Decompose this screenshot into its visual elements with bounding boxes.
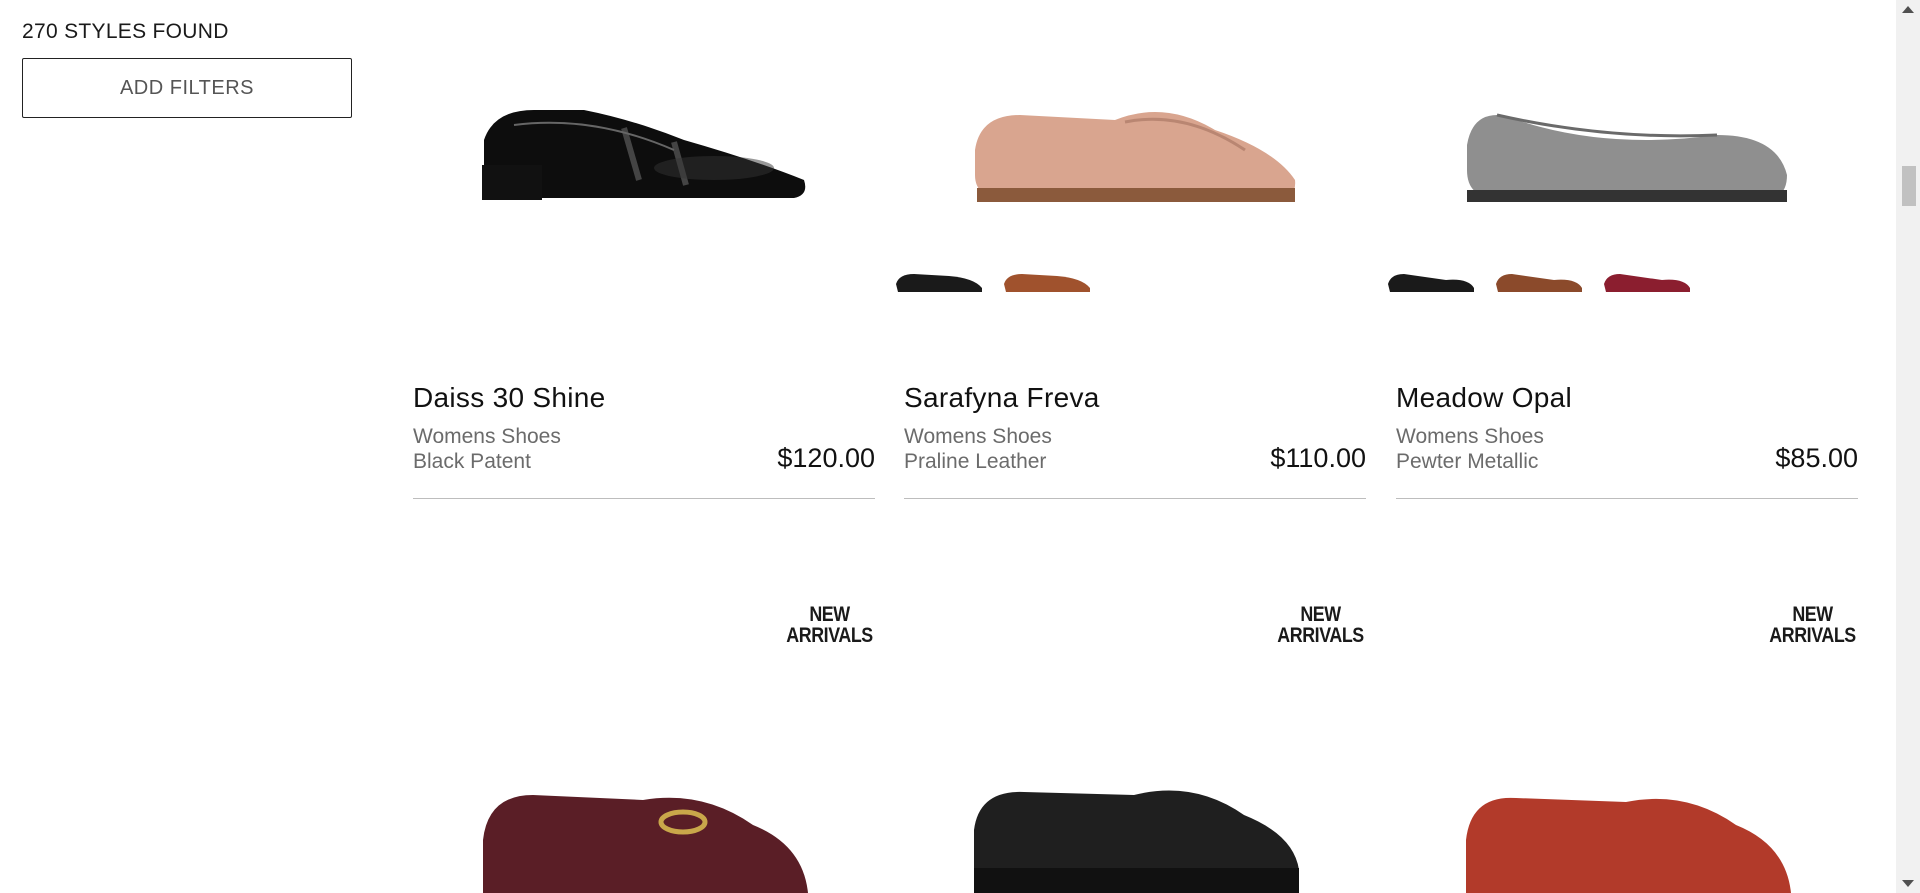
product-image[interactable]: [896, 0, 1366, 300]
swatch-tan[interactable]: [1002, 262, 1092, 300]
new-arrivals-badge: NEW ARRIVALS: [1769, 603, 1856, 647]
pewter-ballet-flat-shoe-image[interactable]: [1457, 80, 1797, 210]
product-color: Black Patent: [413, 450, 531, 473]
product-card[interactable]: Daiss 30 Shine Womens Shoes Black Patent…: [413, 0, 875, 499]
swatch-black[interactable]: [894, 262, 984, 300]
product-card[interactable]: Sarafyna Freva Womens Shoes Praline Leat…: [896, 0, 1366, 499]
divider: [1396, 498, 1858, 499]
color-swatches: [894, 262, 1092, 300]
product-image[interactable]: [413, 0, 875, 300]
product-category: Womens Shoes: [1396, 425, 1544, 448]
product-image[interactable]: [1388, 0, 1858, 300]
swatch-burgundy[interactable]: [1602, 262, 1692, 300]
swatch-black[interactable]: [1386, 262, 1476, 300]
product-color: Pewter Metallic: [1396, 450, 1539, 473]
product-price: $120.00: [777, 443, 875, 473]
product-name[interactable]: Daiss 30 Shine: [413, 382, 875, 414]
swatch-tan[interactable]: [1494, 262, 1584, 300]
black-loafer-swatch-icon: [896, 274, 982, 292]
new-arrivals-badge: NEW ARRIVALS: [786, 603, 873, 647]
tan-flat-swatch-icon: [1496, 274, 1582, 292]
black-platform-loafer-shoe-image[interactable]: [964, 770, 1304, 893]
burgundy-flat-swatch-icon: [1604, 274, 1690, 292]
add-filters-button[interactable]: ADD FILTERS: [22, 58, 352, 118]
product-name[interactable]: Sarafyna Freva: [904, 382, 1366, 414]
vertical-scrollbar[interactable]: [1896, 0, 1920, 893]
scrollbar-thumb[interactable]: [1902, 166, 1916, 206]
results-sidebar: 270 STYLES FOUND ADD FILTERS: [22, 16, 354, 118]
scroll-down-arrow-icon[interactable]: [1902, 880, 1914, 887]
color-swatches: [1386, 262, 1692, 300]
product-card[interactable]: Meadow Opal Womens Shoes Pewter Metallic…: [1388, 0, 1858, 499]
product-price: $110.00: [1270, 443, 1366, 473]
divider: [904, 498, 1366, 499]
product-price: $85.00: [1775, 443, 1858, 473]
tan-loafer-swatch-icon: [1004, 274, 1090, 292]
product-category: Womens Shoes: [904, 425, 1052, 448]
product-name[interactable]: Meadow Opal: [1396, 382, 1858, 414]
results-count: 270 STYLES FOUND: [22, 20, 229, 43]
burgundy-loafer-shoe-image[interactable]: [473, 770, 813, 893]
rust-suede-loafer-shoe-image[interactable]: [1456, 770, 1796, 893]
product-category: Womens Shoes: [413, 425, 561, 448]
product-color: Praline Leather: [904, 450, 1047, 473]
black-patent-mary-jane-shoe-image[interactable]: [474, 70, 814, 210]
scroll-up-arrow-icon[interactable]: [1902, 6, 1914, 13]
new-arrivals-badge: NEW ARRIVALS: [1277, 603, 1364, 647]
praline-loafer-shoe-image[interactable]: [965, 80, 1305, 210]
divider: [413, 498, 875, 499]
black-flat-swatch-icon: [1388, 274, 1474, 292]
